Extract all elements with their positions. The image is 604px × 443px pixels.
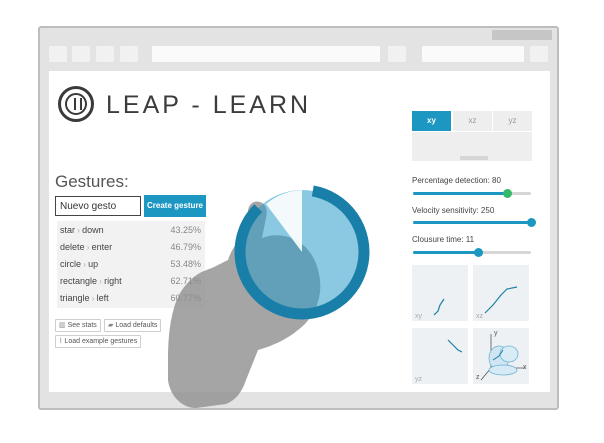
folder-icon: ▰ <box>108 322 114 329</box>
closure-slider-label: Clousure time: 11 <box>412 235 475 244</box>
velocity-slider-handle[interactable] <box>527 218 536 227</box>
gesture-action: enter <box>91 242 113 252</box>
gesture-plot-xz[interactable]: xz <box>473 265 529 321</box>
paperclip-icon: ⌇ <box>59 338 63 345</box>
app-title: LEAP - LEARN <box>106 91 312 119</box>
gesture-3d-axes <box>480 334 525 381</box>
chevron-right-icon: › <box>84 243 92 252</box>
bar-chart-icon: ▥ <box>59 322 66 329</box>
gesture-percentage: 46.79% <box>170 242 201 252</box>
tab-yz[interactable]: yz <box>493 111 532 131</box>
gesture-name: triangle <box>60 293 90 303</box>
address-bar[interactable] <box>152 46 380 62</box>
axis-z-label: z <box>476 374 480 381</box>
browser-reload-button[interactable] <box>96 46 114 62</box>
create-gesture-button[interactable]: Create gesture <box>144 195 206 217</box>
browser-forward-button[interactable] <box>72 46 90 62</box>
load-example-gestures-button[interactable]: ⌇ Load example gestures <box>55 335 142 348</box>
detection-slider[interactable] <box>413 189 531 198</box>
tab-xz[interactable]: xz <box>453 111 492 131</box>
gesture-name: rectangle <box>60 276 98 286</box>
browser-home-button[interactable] <box>120 46 138 62</box>
axis-x-label: x <box>523 364 527 371</box>
axis-y-label: y <box>494 330 498 337</box>
detection-slider-label: Percentage detection: 80 <box>412 176 501 185</box>
plane-view-panel <box>412 132 532 161</box>
browser-window: LEAP - LEARN Gestures: Create gesture st… <box>38 26 559 410</box>
velocity-slider[interactable] <box>413 218 536 227</box>
gesture-list: star › down 43.25% delete › enter 46.79%… <box>57 221 205 308</box>
gesture-row[interactable]: rectangle › right 62.71% <box>57 272 205 289</box>
gesture-row[interactable]: star › down 43.25% <box>57 221 205 238</box>
gesture-row[interactable]: circle › up 53.48% <box>57 255 205 272</box>
gesture-plot-3d[interactable]: y x z <box>473 328 529 384</box>
chevron-right-icon: › <box>89 294 97 303</box>
gesture-row[interactable]: triangle › left 60.77% <box>57 289 205 306</box>
load-defaults-button[interactable]: ▰ Load defaults <box>104 319 162 332</box>
gesture-percentage: 53.48% <box>170 259 201 269</box>
gesture-plot-xy[interactable]: xy <box>412 265 468 321</box>
plot-plane-label: yz <box>415 376 422 383</box>
closure-slider[interactable] <box>413 248 531 257</box>
gesture-name: star <box>60 225 76 235</box>
velocity-slider-label: Velocity sensitivity: 250 <box>412 206 495 215</box>
university-logo-icon <box>58 86 94 122</box>
gesture-row[interactable]: delete › enter 46.79% <box>57 238 205 255</box>
browser-search-bar[interactable] <box>422 46 524 62</box>
see-stats-button[interactable]: ▥ See stats <box>55 319 101 332</box>
gesture-action: right <box>104 276 122 286</box>
gesture-plot-yz[interactable]: yz <box>412 328 468 384</box>
gesture-action: up <box>88 259 99 269</box>
plot-plane-label: xy <box>415 313 422 320</box>
plot-plane-label: xz <box>476 313 483 320</box>
gesture-action: down <box>82 225 104 235</box>
gesture-percentage: 60.77% <box>170 293 201 303</box>
browser-menu-button[interactable] <box>530 46 548 62</box>
gesture-percentage: 43.25% <box>170 225 201 235</box>
gesture-name: circle <box>60 259 82 269</box>
gesture-name: delete <box>60 242 85 252</box>
browser-tab[interactable] <box>492 30 552 40</box>
gesture-action: left <box>96 293 109 303</box>
detection-slider-handle[interactable] <box>503 189 513 198</box>
tab-xy[interactable]: xy <box>412 111 451 131</box>
gesture-name-input[interactable] <box>55 196 141 216</box>
gestures-title: Gestures: <box>55 172 129 191</box>
gesture-percentage: 62.71% <box>170 276 201 286</box>
browser-back-button[interactable] <box>49 46 67 62</box>
closure-slider-handle[interactable] <box>473 248 483 257</box>
page-content: LEAP - LEARN Gestures: Create gesture st… <box>49 71 550 392</box>
plane-scroll-handle[interactable] <box>460 156 488 160</box>
browser-bookmark-button[interactable] <box>388 46 406 62</box>
